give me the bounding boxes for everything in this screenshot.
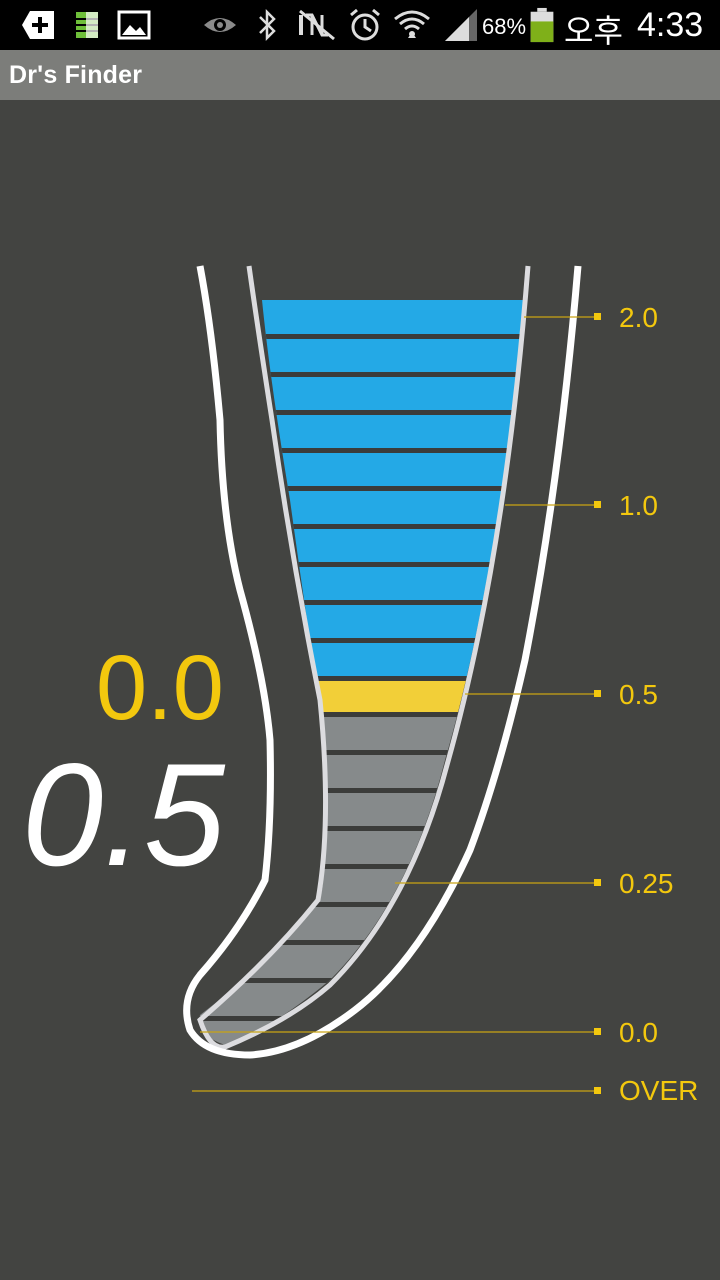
app-title: Dr's Finder: [9, 61, 143, 89]
scale-label-1-0: 1.0: [619, 490, 658, 521]
scale-label-2-0: 2.0: [619, 302, 658, 333]
segment-separator: [199, 712, 524, 717]
mute-icon: [299, 9, 335, 41]
app-title-bar: Dr's Finder: [0, 50, 720, 100]
signal-icon: [445, 9, 477, 41]
sd-card-icon: [76, 12, 98, 38]
eye-icon: [204, 18, 236, 32]
scale-label-0-0: 0.0: [619, 1017, 658, 1048]
battery-percent: 68%: [482, 14, 527, 39]
segment-separator: [199, 676, 524, 681]
scale-label-0-5: 0.5: [619, 679, 658, 710]
scale-ticks: [594, 313, 601, 1094]
highlight-segment: [199, 678, 524, 712]
segment-separator: [199, 826, 524, 831]
alarm-icon: [350, 8, 380, 41]
segment-separator: [199, 864, 524, 869]
segment-separator: [199, 902, 524, 907]
clock-time: 4:33: [637, 6, 704, 44]
segment-separator: [199, 638, 524, 643]
segment-separator: [199, 448, 524, 453]
segment-separator: [199, 600, 524, 605]
scale-label-over: OVER: [619, 1075, 699, 1106]
gauge-fill: [199, 300, 524, 1045]
scale-label-0-25: 0.25: [619, 868, 674, 899]
clock-ampm: 오후: [564, 13, 623, 49]
add-notification-icon: [22, 11, 54, 39]
segment-separator: [199, 1016, 524, 1021]
segment-separator: [199, 334, 524, 339]
wifi-icon: [394, 10, 430, 38]
battery-icon: [530, 7, 554, 43]
segment-separator: [199, 372, 524, 377]
bluetooth-icon: [259, 8, 276, 42]
status-bar: 68% 오후 4:33: [0, 0, 720, 50]
selected-value-readout: 0.5: [22, 733, 225, 896]
gallery-icon: [117, 10, 151, 40]
segment-separator: [199, 524, 524, 529]
gauge-area: 0.0 0.5 2.0 1.0 0.5 0.25 0.0 OVER: [0, 100, 720, 1280]
segment-separator: [199, 978, 524, 983]
segment-separator: [199, 788, 524, 793]
current-value-readout: 0.0: [96, 637, 224, 739]
segment-separator: [199, 410, 524, 415]
